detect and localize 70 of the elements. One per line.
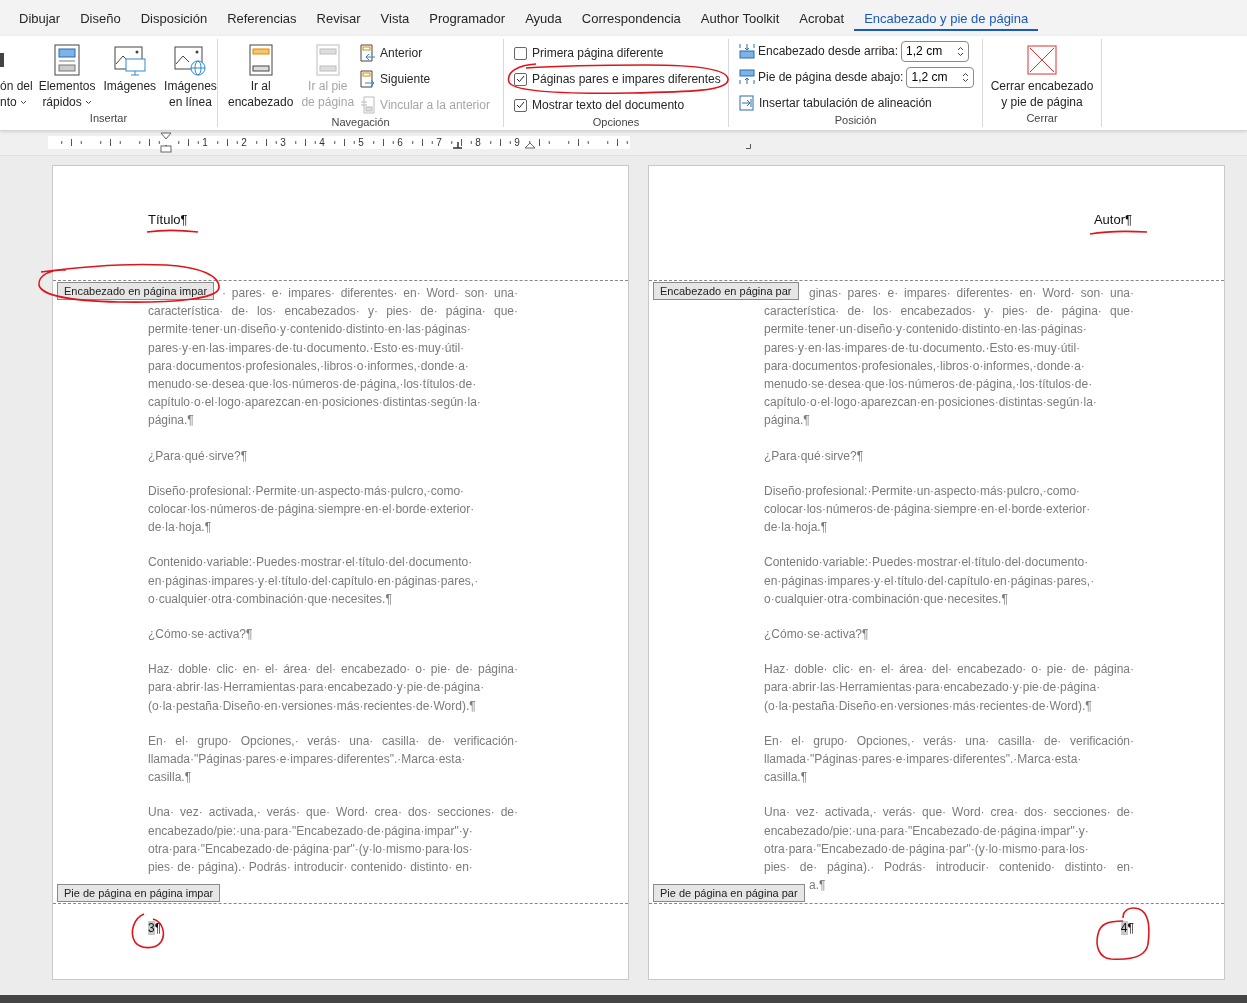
spin-field[interactable]: 1,2 cm	[901, 40, 970, 62]
ribbon-button[interactable]: Insertar tabulación de alineación	[739, 93, 982, 113]
body-paragraph: característica· de· los· encabezados· y· pies· de· página· que· permite·tener·un·diseño·y·contenido·distinto·en·las·páginas· pares·y·en·las·impares·de·tu·documento.·Esto·es·muy·útil· para·documentos·profesionales,·libros·o·informes,·donde·a· menudo·se·desea·que·los·números·de·página,·los·títulos·de· capítulo·o·el·logo·aparezcan·en·posiciones·distintas·según·la· página.¶	[764, 303, 1134, 430]
field-label: Encabezado desde arriba:	[758, 44, 899, 58]
body-paragraph: característica· de· los· encabezados· y· pies· de· página· que· permite·tener·un·diseño·y·contenido·distinto·en·las·páginas· pares·y·en·las·impares·de·tu·documento.·Esto·es·muy·útil· para·documentos·profesionales,·libros·o·informes,·donde·a· menudo·se·desea·que·los·números·de·página,·los·títulos·de· capítulo·o·el·logo·aparezcan·en·posiciones·distintas·según·la· página.¶	[148, 303, 518, 430]
ruler-number: 9	[514, 137, 520, 148]
body-text-line: a.¶	[809, 877, 827, 895]
footer-tag: Pie de página en página par	[653, 884, 805, 902]
ribbon-button[interactable]: Elementos rápidos	[36, 39, 98, 110]
ruler-number: 6	[397, 137, 403, 148]
spin-field[interactable]: 1,2 cm	[906, 66, 975, 88]
page-number: 3¶	[148, 921, 162, 937]
ribbon-button[interactable]: Ir al encabezado	[226, 39, 296, 110]
menu-tab[interactable]: Ayuda	[515, 9, 572, 31]
menu-tab[interactable]: Encabezado y pie de página	[854, 9, 1039, 31]
body-paragraph: En· el· grupo· Opciones,· verás· una· casilla· de· verificación· llamada·"Páginas·pares·e·impares·diferentes".·Marca·esta· casilla.¶	[148, 732, 518, 787]
ribbon-button[interactable]: Imágenes	[101, 39, 159, 94]
body-paragraph: Contenido·variable:·Puedes·mostrar·el·título·del·documento· en·páginas·impares·y·el·título·del·capítulo·en·páginas·pares,· o·cualquier·otra·combinación·que·necesites.¶	[764, 554, 1096, 608]
ruler-number: 3	[280, 137, 286, 148]
body-paragraph: ¿Cómo·se·activa?¶	[764, 626, 870, 644]
body-paragraph: Haz· doble· clic· en· el· área· del· encabezado· o· pie· de· página· para·abrir·las·Herramientas·para·encabezado·y·pie·de·página· (o·la·pestaña·Diseño·en·versiones·más·recientes·de·Word).¶	[148, 661, 518, 715]
ribbon-button[interactable]: ón del nto	[0, 39, 33, 110]
value-input[interactable]: 1,2 cm	[911, 70, 956, 84]
menu-tab[interactable]: Diseño	[70, 9, 131, 31]
menu-tab[interactable]: Referencias	[217, 9, 307, 31]
group-label: Cerrar	[1025, 111, 1059, 126]
menu-tab[interactable]: Disposición	[130, 9, 218, 31]
menu-tab[interactable]: Acrobat	[789, 9, 855, 31]
body-paragraph: En· el· grupo· Opciones,· verás· una· casilla· de· verificación· llamada·"Páginas·pares·e·impares·diferentes".·Marca·esta· casilla.¶	[764, 732, 1134, 787]
ruler-number: 5	[358, 137, 364, 148]
group-label: Posición	[833, 113, 878, 127]
checkbox-label[interactable]: Primera página diferente	[532, 46, 664, 60]
ruler-number: 4	[319, 137, 325, 148]
ruler-number: 2	[241, 137, 247, 148]
body-paragraph: Diseño·profesional:·Permite·un·aspecto·más·pulcro,·como· colocar·los·números·de·página·siempre·en·el·borde·exterior· de·la·hoja.¶	[764, 482, 1092, 537]
menu-tab[interactable]: Vista	[370, 9, 420, 31]
menu-tab[interactable]: Correspondencia	[571, 9, 691, 31]
checkbox-label[interactable]: Mostrar texto del documento	[532, 98, 685, 112]
body-paragraph: ¿Para·qué·sirve?¶	[764, 447, 865, 465]
body-text-line: ginas· pares· e· impares· diferentes· en· Word· son· una·	[809, 285, 1134, 302]
body-paragraph: Diseño·profesional:·Permite·un·aspecto·más·pulcro,·como· colocar·los·números·de·página·siempre·en·el·borde·exterior· de·la·hoja.¶	[148, 482, 476, 537]
body-paragraph: ¿Para·qué·sirve?¶	[148, 447, 249, 465]
header-tag: Encabezado en página par	[653, 282, 799, 300]
menu-tab[interactable]: Programador	[419, 9, 516, 31]
value-input[interactable]: 1,2 cm	[906, 44, 951, 58]
header-text: Título¶	[148, 212, 188, 229]
group-label: Opciones	[591, 115, 641, 129]
ribbon-button[interactable]: Siguiente	[360, 69, 490, 89]
group-label: Insertar	[88, 111, 129, 126]
menu-tab[interactable]: Revisar	[306, 9, 371, 31]
menu-tab[interactable]: Author Toolkit	[690, 9, 790, 31]
footer-tag: Pie de página en página impar	[57, 884, 221, 902]
page-number: 4¶	[1120, 921, 1134, 937]
ruler-number: 1	[202, 137, 208, 148]
body-paragraph: Contenido·variable:·Puedes·mostrar·el·título·del·documento· en·páginas·impares·y·el·título·del·capítulo·en·páginas·pares,· o·cualquier·otra·combinación·que·necesites.¶	[148, 554, 480, 608]
menu-tab[interactable]: Dibujar	[9, 9, 71, 31]
checkbox-label[interactable]: Páginas pares e impares diferentes	[532, 72, 721, 86]
body-paragraph: Una· vez· activada,· verás· que· Word· crea· dos· secciones· de· encabezado/pie:·una·para·"Encabezado·de·página·impar"·y· otra·para·"Encabezado·de·página·par"·(y·lo·mismo·para·los· pies· de· página).· Podrás· introducir· contenido· distinto· en·	[148, 804, 518, 877]
field-label: Pie de página desde abajo:	[758, 70, 904, 84]
ribbon-button[interactable]: Imágenes en línea	[162, 39, 219, 110]
body-text-line: · pares· e· impares· diferentes· en· Word· son· una·	[222, 285, 518, 302]
header-tag: Encabezado en página impar	[57, 282, 215, 300]
ribbon-button[interactable]: Anterior	[360, 43, 490, 63]
header-text: Autor¶	[1093, 212, 1132, 229]
close-button[interactable]: Cerrar encabezado y pie de página	[988, 39, 1096, 110]
body-paragraph: Haz· doble· clic· en· el· área· del· encabezado· o· pie· de· página· para·abrir·las·Herramientas·para·encabezado·y·pie·de·página· (o·la·pestaña·Diseño·en·versiones·más·recientes·de·Word).¶	[764, 661, 1134, 715]
body-paragraph: ¿Cómo·se·activa?¶	[148, 626, 254, 644]
group-label: Navegación	[330, 115, 391, 129]
ruler-number: 8	[475, 137, 481, 148]
ruler-number: 7	[436, 137, 442, 148]
